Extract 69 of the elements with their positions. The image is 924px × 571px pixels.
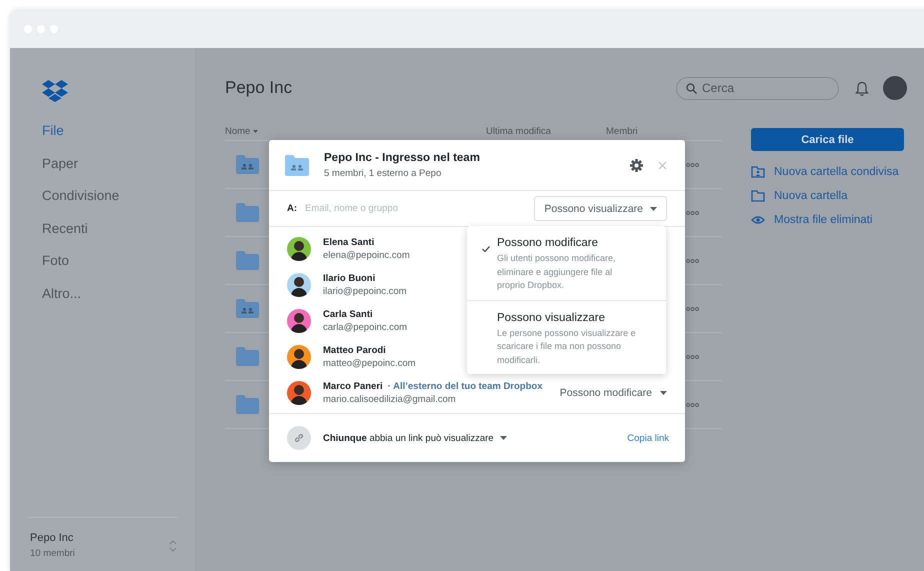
shared-folder-icon <box>751 165 765 179</box>
option-description: Gli utenti possono modificare, eliminare e aggiungere file al proprio Dropbox. <box>497 252 617 292</box>
search-input[interactable]: Cerca <box>702 81 822 95</box>
search-icon <box>686 82 697 94</box>
caret-icon <box>650 206 657 210</box>
search-field[interactable]: Cerca <box>676 76 839 100</box>
caret-icon <box>500 436 507 440</box>
menu-option[interactable]: Possono visualizzare Le persone possono visualizzare e scaricare i file ma non possono modificarli. <box>467 300 666 374</box>
dialog-title: Pepo Inc - Ingresso nel team <box>324 152 481 164</box>
action-link[interactable]: Nuova cartella <box>751 184 904 208</box>
column-header[interactable]: Membri <box>606 126 638 136</box>
shared-folder-icon <box>285 154 309 176</box>
column-header[interactable]: Ultima modifica <box>486 126 551 136</box>
more-dots-icon[interactable] <box>686 162 699 166</box>
up-down-chevron-icon[interactable] <box>169 538 177 552</box>
more-dots-icon[interactable] <box>686 258 699 262</box>
shared-folder-icon <box>236 155 259 174</box>
action-link[interactable]: Mostra file eliminati <box>751 208 904 232</box>
more-dots-icon[interactable] <box>686 306 699 310</box>
settings-icon[interactable] <box>630 158 643 172</box>
member-name: Carla Santi <box>323 309 373 320</box>
more-dots-icon[interactable] <box>686 354 699 358</box>
nav-item[interactable]: Altro... <box>42 282 82 305</box>
folder-icon <box>751 189 765 203</box>
close-icon[interactable] <box>658 160 667 170</box>
bell-icon[interactable] <box>855 80 869 96</box>
member-email: elena@pepoinc.com <box>323 250 410 261</box>
more-dots-icon[interactable] <box>686 210 699 214</box>
nav-item[interactable]: Foto <box>42 250 70 272</box>
folder-icon <box>236 203 259 222</box>
sort-caret-icon <box>253 130 258 132</box>
option-title: Possono visualizzare <box>497 310 606 324</box>
folder-icon <box>236 347 259 366</box>
member-name: Matteo Parodi <box>323 345 386 356</box>
team-name: Pepo Inc <box>30 532 74 544</box>
folder-icon <box>236 251 259 270</box>
column-header[interactable]: Nome <box>225 126 250 136</box>
nav-item[interactable]: Condivisione <box>42 185 120 208</box>
nav-item[interactable]: Recenti <box>42 218 88 240</box>
external-note: · All’esterno del tuo team Dropbox <box>388 381 543 392</box>
action-link[interactable]: Nuova cartella condivisa <box>751 160 904 184</box>
member-name: Ilario Buoni <box>323 273 376 284</box>
copy-link[interactable]: Copia link <box>627 432 669 444</box>
nav-item[interactable]: File <box>42 120 64 142</box>
link-permission-dropdown[interactable]: Chiunque abbia un link può visualizzare <box>323 432 616 444</box>
menu-option[interactable]: Possono modificare Gli utenti possono modificare, eliminare e aggiungere file al proprio Dropbox. <box>467 226 666 300</box>
shared-folder-icon <box>236 299 259 318</box>
option-description: Le persone possono visualizzare e scaricare i file ma non possono modificarli. <box>497 326 637 366</box>
link-icon <box>294 433 304 443</box>
team-members-count: 10 membri <box>30 548 75 559</box>
folder-icon <box>236 395 259 414</box>
upload-button[interactable]: Carica file <box>751 128 904 151</box>
user-avatar[interactable] <box>883 76 907 100</box>
member-email: mario.calisoedilizia@gmail.com <box>323 394 456 405</box>
dialog-subtitle: 5 membri, 1 esterno a Pepo <box>324 168 442 178</box>
member-name: Marco Paneri <box>323 381 383 392</box>
member-email: matteo@pepoinc.com <box>323 358 416 369</box>
caret-icon <box>660 391 667 395</box>
permission-dropdown[interactable]: Possono visualizzare <box>534 196 667 221</box>
member-name: Elena Santi <box>323 237 374 248</box>
to-label: A: <box>287 203 298 214</box>
member-email: carla@pepoinc.com <box>323 322 408 333</box>
more-dots-icon[interactable] <box>686 402 699 406</box>
dropbox-logo-icon <box>42 80 68 102</box>
role-dropdown[interactable]: Possono modificare <box>560 387 667 399</box>
option-title: Possono modificare <box>497 236 599 250</box>
member-email: ilario@pepoinc.com <box>323 286 407 297</box>
nav-item[interactable]: Paper <box>42 152 78 175</box>
page-title: Pepo Inc <box>225 78 294 98</box>
